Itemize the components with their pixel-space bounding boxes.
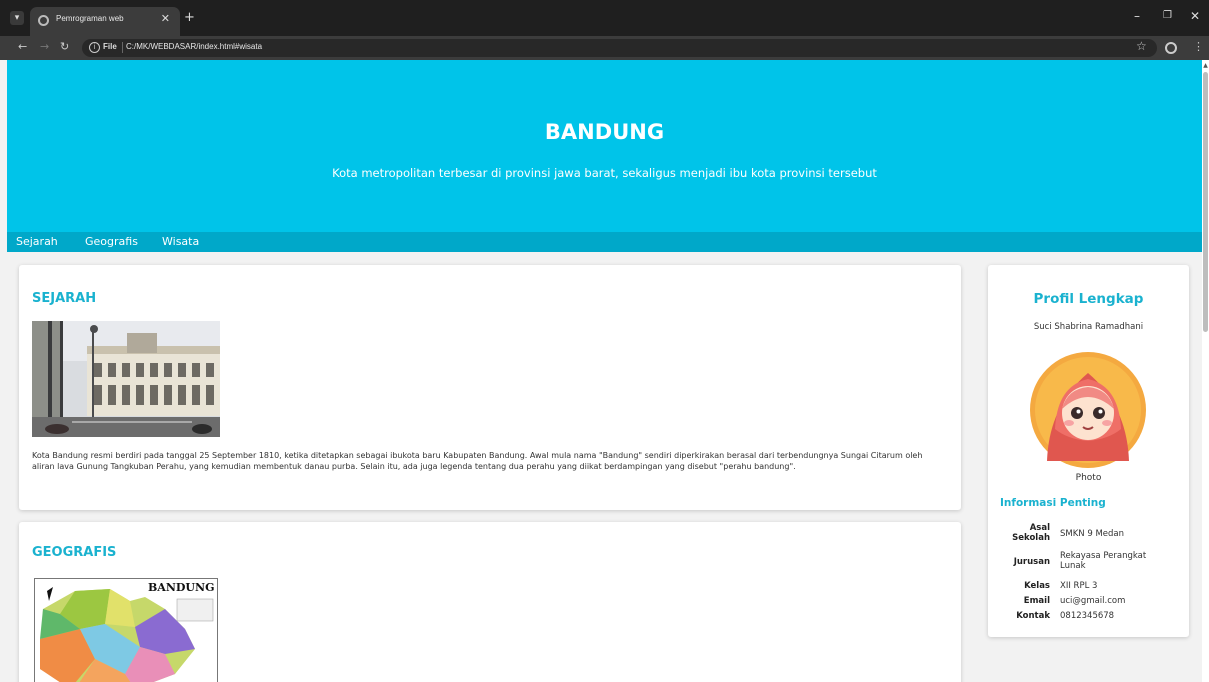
page-viewport: BANDUNG Kota metropolitan terbesar di pr… [7,60,1202,682]
info-value: XII RPL 3 [1060,581,1098,591]
sejarah-photo [32,321,220,437]
browser-toolbar: ← → ↻ i File C:/MK/WEBDASAR/index.html#w… [0,36,1209,60]
photo-caption: Photo [1075,473,1102,483]
info-heading: Informasi Penting [1000,497,1106,509]
info-key: Kelas [1024,581,1050,591]
avatar [1029,351,1147,469]
page-subtitle: Kota metropolitan terbesar di provinsi j… [332,166,877,180]
info-key: Kontak [1016,611,1050,621]
sejarah-paragraph: Kota Bandung resmi berdiri pada tanggal … [32,451,923,471]
menu-link-sejarah[interactable]: Sejarah [16,235,58,248]
scroll-up-arrow-icon[interactable]: ▲ [1202,62,1209,69]
menu-link-wisata[interactable]: Wisata [162,235,199,248]
geografis-heading: GEOGRAFIS [32,545,117,560]
main-menu: Sejarah Geografis Wisata [7,232,1202,252]
address-divider [122,42,123,53]
tab-title: Pemrograman web [56,14,124,23]
browser-tab[interactable]: Pemrograman web ✕ [30,7,180,36]
profile-heading: Profil Lengkap [1033,291,1144,307]
globe-icon [38,15,49,26]
menu-link-geografis[interactable]: Geografis [85,235,138,248]
tab-search-dropdown-icon[interactable]: ▾ [10,11,24,25]
info-key: Email [1023,596,1050,606]
window-minimize-icon[interactable]: – [1134,9,1140,23]
info-key: Jurusan [1013,557,1050,567]
info-key-line: Asal [1029,523,1050,533]
tab-close-icon[interactable]: ✕ [161,12,170,25]
bookmark-star-icon[interactable]: ☆ [1136,39,1147,53]
profile-icon[interactable] [1165,42,1177,54]
page-scrollbar[interactable]: ▲ [1202,60,1209,682]
new-tab-plus-icon[interactable]: + [184,10,195,25]
scroll-thumb[interactable] [1203,72,1208,332]
browser-tab-bar: ▾ Pemrograman web ✕ + – ❐ ✕ [0,0,1209,36]
profile-name: Suci Shabrina Ramadhani [1033,322,1144,332]
url-scheme-chip[interactable]: File [103,42,117,51]
window-close-icon[interactable]: ✕ [1190,9,1200,23]
info-key-line: Sekolah [1012,533,1050,543]
back-arrow-icon[interactable]: ← [18,40,27,53]
sejarah-section: SEJARAH Kota Bandung resmi berdiri pada … [19,265,961,510]
reload-icon[interactable]: ↻ [60,40,69,53]
info-value: 0812345678 [1060,611,1115,621]
sejarah-heading: SEJARAH [32,291,97,306]
info-value-line: Rekayasa Perangkat [1060,551,1147,561]
info-value: Rekayasa Perangkat Lunak [1060,551,1178,571]
profile-card: Profil Lengkap Suci Shabrina Ramadhani P… [988,265,1189,637]
geografis-map: BANDUNG [34,578,218,682]
geografis-section: GEOGRAFIS BANDUNG [19,522,961,682]
forward-arrow-icon[interactable]: → [40,40,49,53]
window-restore-icon[interactable]: ❐ [1163,10,1172,21]
info-icon[interactable]: i [89,42,100,53]
info-value-line: Lunak [1060,561,1086,571]
url-text[interactable]: C:/MK/WEBDASAR/index.html#wisata [126,42,262,51]
kebab-menu-icon[interactable]: ⋮ [1193,40,1204,53]
page-title: BANDUNG [544,120,665,144]
hero-header: BANDUNG Kota metropolitan terbesar di pr… [7,60,1202,232]
info-key: Asal Sekolah [998,523,1050,543]
map-label: BANDUNG [148,581,215,594]
address-bar[interactable]: i File C:/MK/WEBDASAR/index.html#wisata [82,39,1157,57]
info-value[interactable]: uci@gmail.com [1060,596,1178,606]
info-value: SMKN 9 Medan [1060,529,1125,539]
